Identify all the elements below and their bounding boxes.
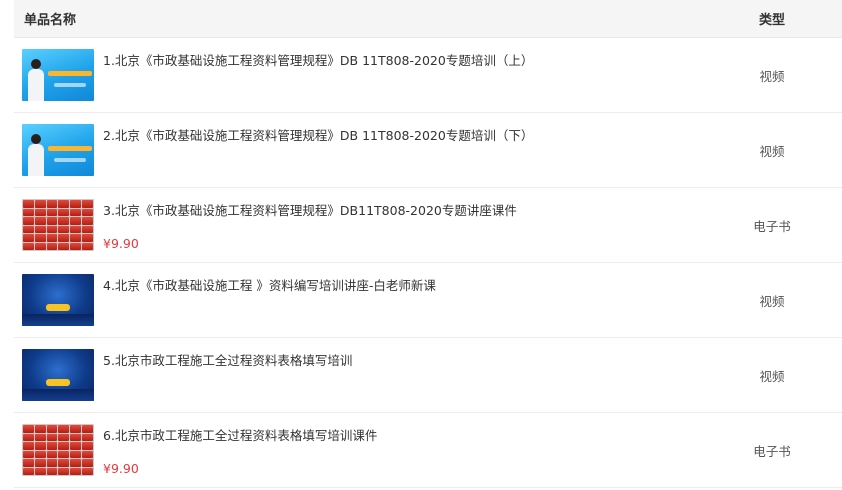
item-title[interactable]: 2.北京《市政基础设施工程资料管理规程》DB 11T808-2020专题培训（下… (103, 125, 533, 144)
item-price: ¥9.90 (103, 461, 139, 476)
presenter-image (28, 59, 44, 101)
item-type: 视频 (759, 293, 785, 309)
column-header-name: 单品名称 (24, 13, 77, 28)
video-thumbnail[interactable] (22, 49, 94, 101)
ebook-thumbnail[interactable] (22, 424, 94, 476)
item-title[interactable]: 4.北京《市政基础设施工程 》资料编写培训讲座-白老师新课 (103, 275, 436, 294)
table-row[interactable]: 3.北京《市政基础设施工程资料管理规程》DB11T808-2020专题讲座课件 … (14, 188, 842, 263)
item-type: 视频 (759, 68, 785, 84)
table-row[interactable]: 4.北京《市政基础设施工程 》资料编写培训讲座-白老师新课 视频 (14, 263, 842, 338)
item-title[interactable]: 5.北京市政工程施工全过程资料表格填写培训 (103, 350, 352, 369)
table-row[interactable]: 1.北京《市政基础设施工程资料管理规程》DB 11T808-2020专题培训（上… (14, 38, 842, 113)
item-title[interactable]: 6.北京市政工程施工全过程资料表格填写培训课件 (103, 425, 377, 444)
video-thumbnail[interactable] (22, 349, 94, 401)
item-type: 电子书 (753, 218, 791, 234)
item-title[interactable]: 3.北京《市政基础设施工程资料管理规程》DB11T808-2020专题讲座课件 (103, 200, 517, 219)
item-type: 视频 (759, 143, 785, 159)
video-thumbnail[interactable] (22, 124, 94, 176)
presenter-image (28, 134, 44, 176)
ebook-thumbnail[interactable] (22, 199, 94, 251)
item-type: 电子书 (753, 443, 791, 459)
item-type: 视频 (759, 368, 785, 384)
item-price: ¥9.90 (103, 236, 139, 251)
table-row[interactable]: 5.北京市政工程施工全过程资料表格填写培训 视频 (14, 338, 842, 413)
item-title[interactable]: 1.北京《市政基础设施工程资料管理规程》DB 11T808-2020专题培训（上… (103, 50, 533, 69)
column-header-type: 类型 (758, 13, 785, 28)
table-row[interactable]: 2.北京《市政基础设施工程资料管理规程》DB 11T808-2020专题培训（下… (14, 113, 842, 188)
product-table: 单品名称 类型 1.北京《市政基础设施工程资料管理规程》DB 11T808-20… (14, 0, 842, 488)
table-row[interactable]: 6.北京市政工程施工全过程资料表格填写培训课件 ¥9.90 电子书 (14, 413, 842, 488)
table-header: 单品名称 类型 (14, 0, 842, 38)
video-thumbnail[interactable] (22, 274, 94, 326)
